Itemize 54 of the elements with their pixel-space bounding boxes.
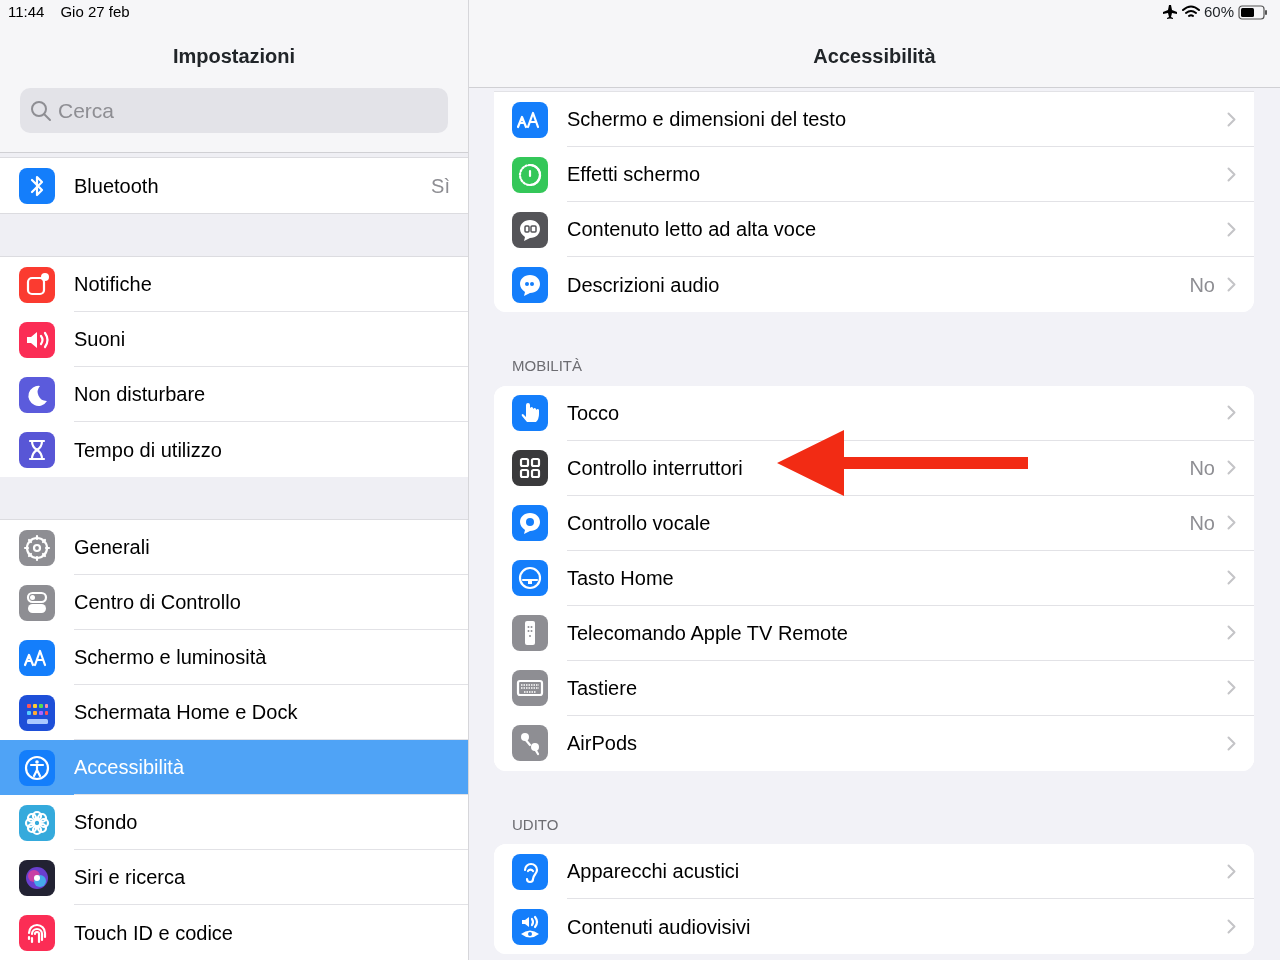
airplane-icon: [1161, 4, 1178, 20]
chevron-icon: [1227, 625, 1236, 640]
row-label: Contenuti audiovisivi: [567, 914, 752, 940]
row-label: Generali: [74, 535, 151, 560]
search-field[interactable]: Cerca: [20, 88, 448, 133]
chevron-icon: [1227, 735, 1236, 751]
row-value: No: [1189, 510, 1215, 536]
wifi-icon: [1181, 5, 1200, 19]
row-label: Controllo vocale: [567, 510, 712, 536]
row-label: Schermo e dimensioni del testo: [567, 107, 848, 132]
row-label: Non disturbare: [74, 382, 207, 407]
row-label: Sfondo: [74, 810, 139, 835]
chevron-icon: [1227, 277, 1236, 292]
chevron-icon: [1227, 405, 1236, 420]
row-label: Tempo di utilizzo: [74, 437, 223, 463]
section-header: UDITO: [511, 814, 560, 835]
row-label: Apparecchi acustici: [567, 859, 741, 884]
chevron-icon: [1227, 111, 1236, 127]
row-label: Telecomando Apple TV Remote: [567, 620, 849, 646]
section-header: MOBILITÀ: [511, 356, 583, 376]
row-label: Touch ID e codice: [74, 920, 234, 946]
row-value: No: [1189, 272, 1215, 298]
row-value: No: [1189, 455, 1215, 481]
row-label: Suoni: [74, 327, 127, 352]
row-label: Bluetooth: [74, 173, 160, 199]
pane-title: Accessibilità: [812, 44, 937, 69]
row-label: Centro di Controllo: [74, 590, 242, 615]
pane-title: Impostazioni: [171, 44, 297, 69]
row-label: Notifiche: [74, 272, 153, 297]
battery-percent: 60%: [1203, 1, 1234, 22]
row-value: Sì: [431, 173, 450, 199]
row-label: Tasto Home: [567, 565, 675, 591]
row-label: AirPods: [567, 731, 639, 756]
chevron-icon: [1227, 221, 1236, 237]
chevron-icon: [1227, 166, 1236, 182]
chevron-icon: [1227, 863, 1236, 879]
row-label: Schermo e luminosità: [74, 645, 268, 670]
chevron-icon: [1227, 570, 1236, 585]
row-label: Schermata Home e Dock: [74, 700, 299, 725]
row-label: Siri e ricerca: [74, 865, 187, 890]
row-label: Tocco: [567, 400, 621, 426]
status-date: Gio 27 feb: [60, 1, 130, 22]
chevron-icon: [1227, 515, 1236, 530]
row-label: Descrizioni audio: [567, 272, 721, 298]
chevron-icon: [1227, 460, 1236, 475]
status-time: 11:44: [8, 1, 45, 22]
row-label: Effetti schermo: [567, 162, 702, 187]
row-label: Controllo interruttori: [567, 455, 744, 481]
row-label: Tastiere: [567, 675, 639, 701]
row-label: Accessibilità: [74, 755, 186, 780]
chevron-icon: [1227, 919, 1236, 934]
row-label: Contenuto letto ad alta voce: [567, 217, 818, 242]
battery-icon: [1238, 4, 1268, 20]
chevron-icon: [1227, 680, 1236, 695]
